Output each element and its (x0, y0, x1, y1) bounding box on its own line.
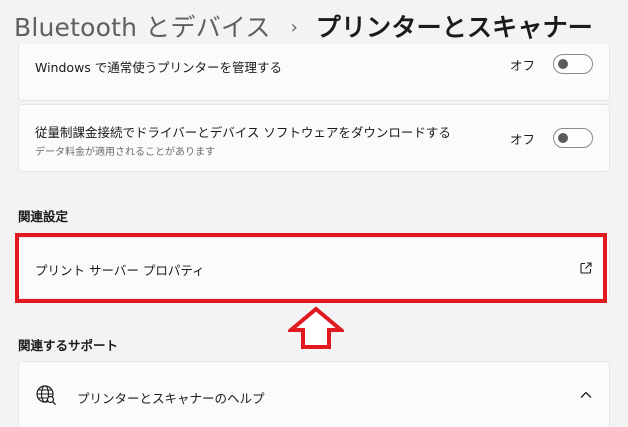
toggle-state-label: オフ (509, 131, 535, 147)
help-item-label: プリンターとスキャナーのヘルプ (77, 391, 265, 406)
setting-title: 従量制課金接続でドライバーとデバイス ソフトウェアをダウンロードする (35, 125, 451, 140)
print-server-properties-link[interactable]: プリント サーバー プロパティ (18, 237, 610, 299)
toggle-group: オフ (510, 54, 593, 74)
print-server-label: プリント サーバー プロパティ (35, 263, 205, 278)
chevron-right-icon: › (290, 16, 298, 38)
setting-title: Windows で通常使うプリンターを管理する (35, 60, 283, 75)
breadcrumb-parent[interactable]: Bluetooth とデバイス (14, 8, 271, 44)
printer-scanner-help-expander[interactable]: プリンターとスキャナーのヘルプ (18, 361, 610, 427)
up-arrow-icon (288, 306, 344, 349)
external-link-icon (580, 262, 592, 274)
related-support-heading: 関連するサポート (18, 338, 119, 353)
toggle-knob (558, 59, 568, 69)
manage-printer-toggle[interactable] (553, 54, 593, 74)
toggle-knob (558, 133, 568, 143)
metered-download-toggle[interactable] (553, 128, 593, 148)
page-title: プリンターとスキャナー (315, 13, 593, 42)
related-settings-heading: 関連設定 (18, 209, 69, 224)
setting-metered-download: 従量制課金接続でドライバーとデバイス ソフトウェアをダウンロードする データ料金… (18, 104, 610, 172)
toggle-group: オフ (510, 128, 593, 148)
setting-windows-manage-printer: Windows で通常使うプリンターを管理する オフ (18, 44, 610, 101)
toggle-state-label: オフ (509, 57, 535, 73)
setting-subtitle: データ料金が適用されることがあります (35, 147, 215, 158)
breadcrumb: Bluetooth とデバイス › プリンターとスキャナー (14, 6, 593, 46)
chevron-up-icon[interactable] (579, 390, 593, 400)
globe-search-icon (36, 385, 56, 405)
